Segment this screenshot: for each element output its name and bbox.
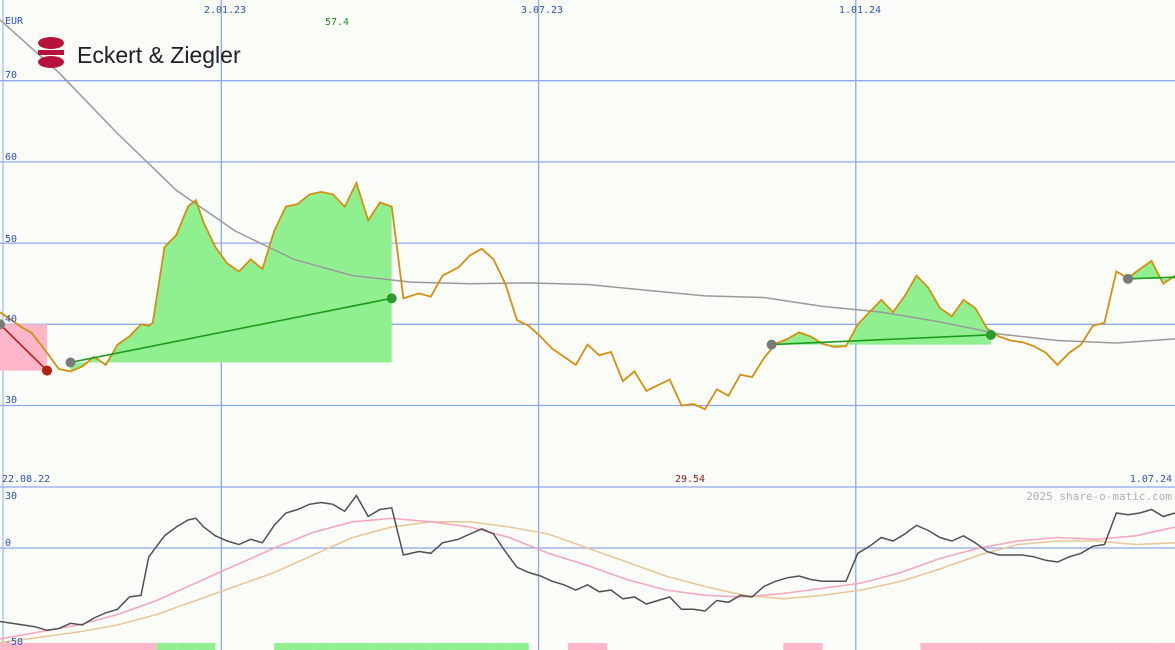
- histogram-bar: [1116, 643, 1136, 650]
- histogram-bar: [1096, 643, 1117, 650]
- x-tick-label: 3.07.23: [521, 5, 563, 16]
- histogram-bar: [97, 643, 118, 650]
- stock-chart: EUR 2.01.23 3.07.23 1.01.24 57.4 29.54 2…: [0, 0, 1175, 650]
- histogram-bar: [920, 643, 940, 650]
- logo-mark-bottom: [38, 56, 64, 68]
- histogram-bar: [998, 643, 1019, 650]
- histogram-bar: [195, 643, 216, 650]
- histogram-bar: [1155, 643, 1175, 650]
- x-tick-label: 2.01.23: [204, 5, 246, 16]
- histogram-bar: [802, 643, 823, 650]
- trade-exit-marker: [42, 365, 52, 376]
- logo-mark-middle: [38, 50, 64, 55]
- histogram-bar: [411, 643, 431, 650]
- histogram-bar: [1057, 643, 1078, 650]
- range-end-label: 1.07.24: [1130, 474, 1172, 485]
- trade-entry-marker: [65, 357, 76, 368]
- x-tick-label: 1.01.24: [839, 5, 881, 16]
- histogram-bar: [313, 643, 333, 650]
- histogram-bar: [450, 643, 470, 650]
- histogram-bar: [332, 643, 353, 650]
- histogram-bar: [940, 643, 960, 650]
- histogram-bar: [1135, 643, 1156, 650]
- max-value-label: 57.4: [325, 17, 349, 28]
- histogram-bar: [137, 643, 157, 650]
- histogram-bar: [489, 643, 510, 650]
- min-value-label: 29.54: [675, 474, 705, 485]
- histogram-bar: [430, 643, 451, 650]
- histogram-bar: [78, 643, 98, 650]
- y-tick-label: 60: [5, 152, 17, 163]
- histogram-bar: [39, 643, 59, 650]
- histogram-bar: [1018, 643, 1038, 650]
- histogram-bar: [352, 643, 373, 650]
- range-start-label: 22.08.22: [2, 474, 50, 485]
- histogram-bar: [509, 643, 529, 650]
- histogram-bar: [58, 643, 79, 650]
- histogram-bar: [372, 643, 392, 650]
- y-tick-label: 70: [5, 70, 17, 81]
- logo-mark: [38, 37, 64, 68]
- y-tick-label: 30: [5, 395, 17, 406]
- histogram-bar: [156, 643, 177, 650]
- y-tick-label: 50: [5, 234, 17, 245]
- currency-label: EUR: [5, 16, 24, 27]
- histogram-bar: [1037, 643, 1058, 650]
- trade-entry-marker: [1123, 273, 1133, 284]
- histogram-bar: [293, 643, 314, 650]
- histogram-bar: [587, 643, 608, 650]
- histogram-bar: [959, 643, 980, 650]
- watermark: 2025 share-o-matic.com: [1026, 490, 1172, 503]
- y-tick-label: 40: [5, 314, 17, 325]
- oscillator-histogram: [0, 643, 1175, 650]
- histogram-bar: [979, 643, 999, 650]
- histogram-bar: [567, 643, 588, 650]
- histogram-bar: [274, 643, 294, 650]
- company-name: Eckert & Ziegler: [77, 42, 241, 68]
- osc-y-tick-label: -50: [5, 637, 23, 648]
- histogram-bar: [470, 643, 490, 650]
- trade-exit-marker: [985, 329, 996, 340]
- chart-canvas: EUR 2.01.23 3.07.23 1.01.24 57.4 29.54 2…: [0, 0, 1175, 650]
- trade-exit-marker: [386, 293, 397, 304]
- osc-y-tick-label: 30: [5, 491, 17, 502]
- histogram-bar: [1077, 643, 1097, 650]
- histogram-bar: [783, 643, 803, 650]
- logo-mark-top: [38, 37, 64, 49]
- histogram-bar: [117, 643, 138, 650]
- histogram-bar: [391, 643, 412, 650]
- osc-y-tick-label: 0: [5, 538, 11, 549]
- trade-entry-marker: [766, 339, 777, 350]
- histogram-bar: [176, 643, 196, 650]
